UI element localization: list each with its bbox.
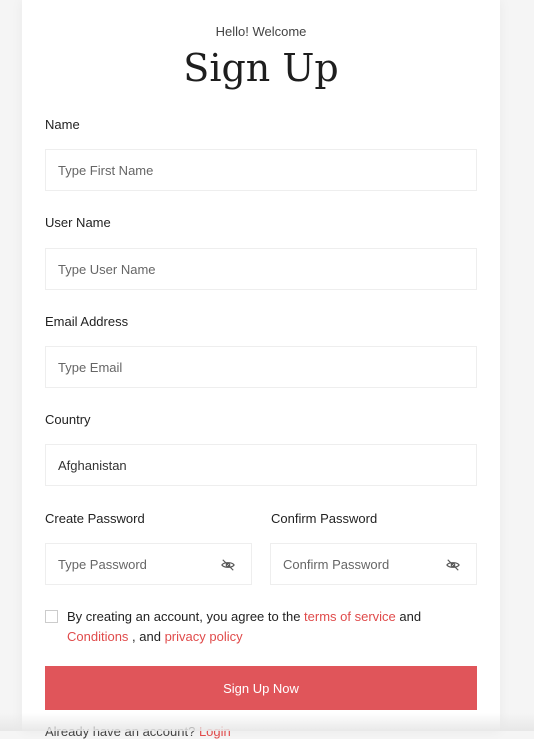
country-label: Country — [45, 412, 91, 427]
sign-up-button[interactable]: Sign Up Now — [45, 666, 477, 710]
login-link[interactable]: Login — [199, 724, 231, 739]
eye-slash-icon[interactable] — [221, 558, 235, 572]
login-prompt: Already have an account? Login — [45, 724, 231, 739]
email-label: Email Address — [45, 314, 129, 329]
password-field-wrapper — [45, 543, 252, 585]
username-field-wrapper — [45, 248, 477, 290]
login-question: Already have an account? — [45, 724, 199, 739]
terms-link[interactable]: terms of service — [304, 609, 396, 624]
signup-card: Hello! Welcome Sign Up Name User Name Em… — [22, 0, 500, 739]
username-input[interactable] — [46, 249, 476, 289]
agree-checkbox[interactable] — [45, 610, 58, 623]
email-field-wrapper — [45, 346, 477, 388]
privacy-link[interactable]: privacy policy — [165, 629, 243, 644]
page-title: Sign Up — [183, 46, 339, 90]
agreement-text-comma-and: , and — [128, 629, 165, 644]
country-value[interactable] — [46, 445, 476, 485]
password-label: Create Password — [45, 511, 145, 526]
name-field-wrapper — [45, 149, 477, 191]
username-label: User Name — [45, 215, 111, 230]
name-label: Name — [45, 117, 80, 132]
confirm-password-label: Confirm Password — [271, 511, 378, 526]
confirm-password-field-wrapper — [270, 543, 477, 585]
greeting-text: Hello! Welcome — [215, 24, 307, 39]
conditions-link[interactable]: Conditions — [67, 629, 128, 644]
name-input[interactable] — [46, 150, 476, 190]
agreement-text-before: By creating an account, you agree to the — [67, 609, 305, 624]
country-select[interactable] — [45, 444, 477, 486]
eye-slash-icon[interactable] — [446, 558, 460, 572]
email-input[interactable] — [46, 347, 476, 387]
agreement-text-and: and — [395, 609, 422, 624]
agreement-text: By creating an account, you agree to the… — [67, 607, 447, 647]
